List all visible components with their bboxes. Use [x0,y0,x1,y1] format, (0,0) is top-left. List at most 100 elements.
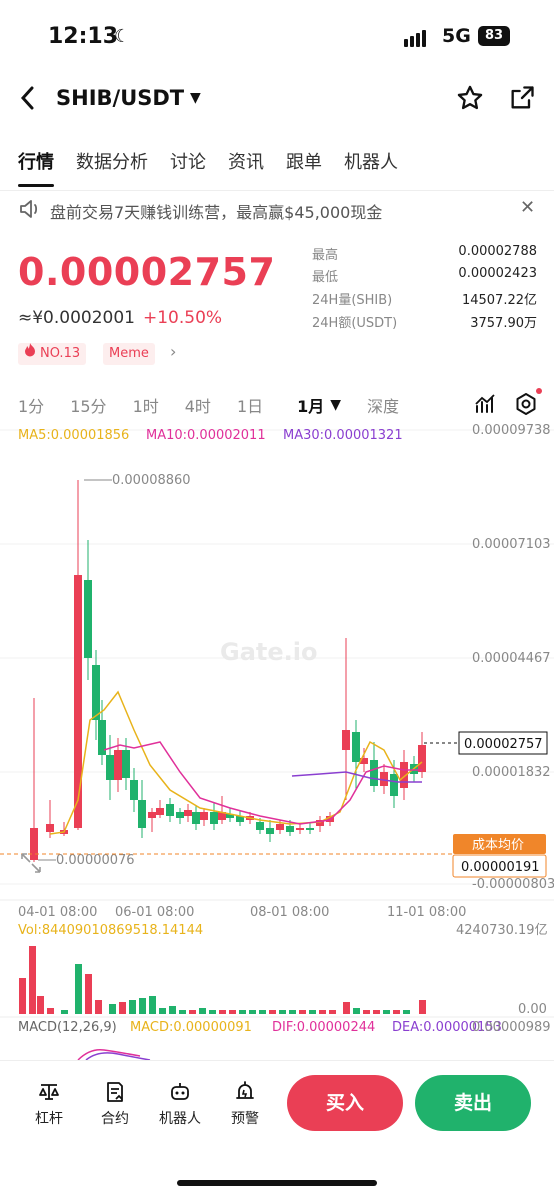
robot-icon [171,1083,189,1100]
candle-body [352,732,360,762]
volume-bar [403,1010,410,1014]
interval-15m[interactable]: 15分 [70,393,106,417]
kline-chart[interactable]: Gate.io MA5:0.00001856 MA10:0.00002011 M… [0,420,554,1060]
tab-news[interactable]: 资讯 [228,148,264,174]
candle-body [184,810,192,816]
volume-bar [109,1004,116,1014]
tab-bots[interactable]: 机器人 [344,148,398,174]
alarm-icon [236,1081,254,1099]
volume-bar [239,1010,246,1014]
leverage-icon [39,1084,59,1100]
cost-value: 0.00000191 [461,860,540,875]
candle-body [266,828,274,834]
ma30-label: MA30:0.00001321 [283,428,403,443]
volume-bar [279,1010,286,1014]
leverage-button[interactable]: 杠杆 [19,1080,79,1128]
alert-label: 预警 [231,1111,259,1127]
volume-bar [353,1008,360,1014]
pair-title[interactable]: SHIB/USDT [56,86,184,110]
caret-down-icon[interactable]: ▼ [190,90,201,106]
status-time: 12:13 [48,24,119,49]
candle-body [156,808,164,815]
interval-1mo[interactable]: 1月 [297,393,324,417]
meme-tag[interactable]: Meme [103,343,155,365]
interval-1d[interactable]: 1日 [237,393,263,417]
volume-bar [85,974,92,1014]
volume-bar [319,1010,326,1014]
bot-button[interactable]: 机器人 [150,1080,210,1128]
cny-price: ≈¥0.0002001 [18,308,135,328]
volume-bar [95,1000,102,1014]
caret-down-icon[interactable]: ▼ [330,397,341,413]
tab-discussion[interactable]: 讨论 [170,148,206,174]
volume-bar [363,1010,370,1014]
stat-value-low: 0.00002423 [458,266,537,281]
chart-settings-icon[interactable] [514,392,538,420]
candle-body [418,745,426,772]
futures-button[interactable]: 合约 [85,1080,145,1128]
volume-bar [383,1010,390,1014]
network-label: 5G [442,25,471,47]
candle-body [200,812,208,820]
share-icon[interactable] [508,84,536,116]
interval-depth[interactable]: 深度 [367,393,399,417]
candle-body [210,812,218,824]
chevron-right-icon[interactable]: › [170,342,176,361]
volume-bar [259,1010,266,1014]
volume-bar [169,1006,176,1014]
contract-icon [107,1082,123,1102]
price-change: +10.50% [143,308,223,328]
high-marker-label: 0.00008860 [112,473,191,488]
x-tick: 06-01 08:00 [115,905,194,920]
candle-body [122,750,130,778]
candle-body [370,760,378,786]
tab-underline [18,184,54,187]
speaker-icon [18,198,42,224]
tab-data-analysis[interactable]: 数据分析 [76,148,148,174]
rank-label: NO.13 [40,346,81,361]
candle-body [92,665,100,720]
volume-bar [309,1010,316,1014]
volume-bar [179,1010,186,1014]
buy-button[interactable]: 买入 [287,1075,403,1131]
volume-bar [199,1008,206,1014]
sell-button[interactable]: 卖出 [415,1075,531,1131]
volume-bar [329,1010,336,1014]
x-tick: 04-01 08:00 [18,905,97,920]
indicator-icon[interactable] [474,392,496,418]
tab-copy-trading[interactable]: 跟单 [286,148,322,174]
tab-market[interactable]: 行情 [18,148,54,174]
candle-body [138,800,146,828]
interval-1m[interactable]: 1分 [18,393,44,417]
bot-label: 机器人 [159,1111,201,1127]
x-tick: 11-01 08:00 [387,905,466,920]
candle-body [30,828,38,860]
rank-badge[interactable]: NO.13 [18,343,87,365]
volume-bar [289,1010,296,1014]
promo-banner-text[interactable]: 盘前交易7天赚钱训练营，最高赢$45,000现金 [50,199,382,223]
dif-value: DIF:0.00000244 [272,1020,375,1035]
volume-zero: 0.00 [518,1002,547,1017]
volume-bar [209,1010,216,1014]
y-tick: -0.00000803 [472,877,554,892]
interval-selector: 1分 15分 1时 4时 1日 1月 ▼ 深度 [18,393,425,417]
y-tick: 0.00004467 [472,651,551,666]
interval-1h[interactable]: 1时 [133,393,159,417]
futures-label: 合约 [101,1111,129,1127]
battery-icon: 83 [478,26,510,46]
candle-body [106,755,114,780]
volume-bar [249,1010,256,1014]
y-tick: 0.00007103 [472,537,551,552]
interval-4h[interactable]: 4时 [185,393,211,417]
moon-icon: ☾ [114,26,131,47]
candle-body [192,812,200,824]
alert-button[interactable]: 预警 [215,1080,275,1128]
fire-icon [24,343,36,365]
watermark-text: Gate.io [220,638,317,666]
divider [0,190,554,191]
close-icon[interactable]: ✕ [520,197,535,218]
favorite-star-icon[interactable] [456,84,484,119]
candle-body [130,780,138,800]
back-button[interactable] [18,84,38,119]
volume-bars [19,946,426,1014]
